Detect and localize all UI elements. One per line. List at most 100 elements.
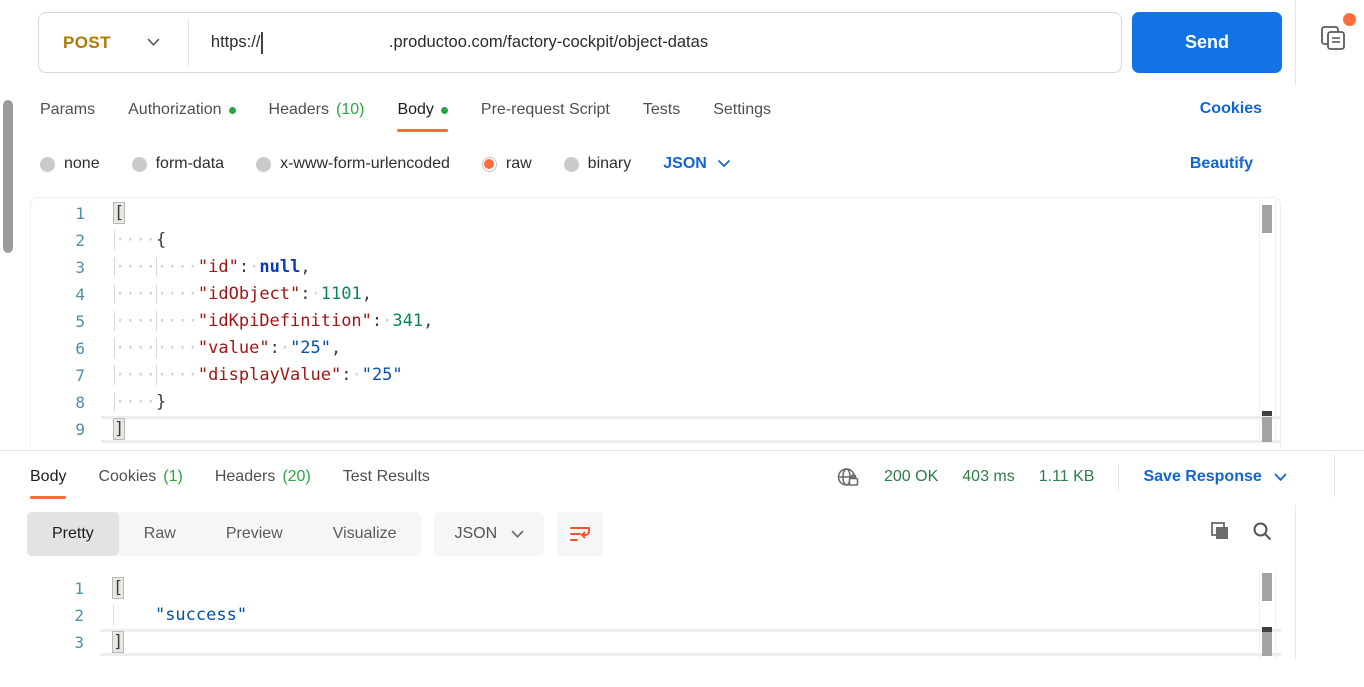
body-mode-form-data[interactable]: form-data xyxy=(132,155,224,173)
tab-pre-request-script[interactable]: Pre-request Script xyxy=(481,95,610,125)
url-rest: .productoo.com/factory-cockpit/object-da… xyxy=(389,33,708,52)
request-body-editor[interactable]: 1[2····{3········"id":·null,4········"id… xyxy=(30,197,1281,448)
body-mode-binary[interactable]: binary xyxy=(564,155,632,173)
response-size[interactable]: 1.11 KB xyxy=(1039,468,1095,486)
code-text: [ xyxy=(101,200,1280,227)
editor-scrollbar-thumb[interactable] xyxy=(1262,205,1272,233)
wrap-lines-button[interactable] xyxy=(557,512,603,556)
line-number: 9 xyxy=(31,416,101,443)
method-selector[interactable]: POST xyxy=(39,13,188,72)
divider xyxy=(1118,464,1119,490)
response-body-viewer[interactable]: 1[2 "success"3] xyxy=(30,575,1281,660)
code-line[interactable]: 9] xyxy=(31,416,1280,443)
response-headers-count: (20) xyxy=(282,468,310,486)
green-dot-icon xyxy=(441,107,448,114)
method-label: POST xyxy=(63,33,111,53)
view-raw[interactable]: Raw xyxy=(119,512,201,556)
tab-tests[interactable]: Tests xyxy=(643,95,680,125)
copy-icon xyxy=(1208,519,1232,543)
response-section-divider xyxy=(0,450,1364,451)
status-code[interactable]: 200 OK xyxy=(884,468,938,486)
tab-params[interactable]: Params xyxy=(40,95,95,125)
body-mode-raw[interactable]: raw xyxy=(482,155,532,173)
url-scheme: https:// xyxy=(211,33,261,52)
code-line[interactable]: 5········"idKpiDefinition":·341, xyxy=(31,308,1280,335)
body-language-select[interactable]: JSON xyxy=(663,155,730,173)
page-vertical-scrollbar[interactable] xyxy=(3,100,13,253)
code-line[interactable]: 3] xyxy=(30,629,1281,656)
response-language-select[interactable]: JSON xyxy=(434,512,544,556)
radio-selected-icon xyxy=(482,157,497,172)
response-meta: 200 OK 403 ms 1.11 KB Save Response xyxy=(836,459,1287,495)
tab-headers[interactable]: Headers(10) xyxy=(269,95,365,125)
headers-count: (10) xyxy=(336,101,364,119)
search-icon xyxy=(1250,519,1274,543)
view-visualize[interactable]: Visualize xyxy=(308,512,422,556)
line-number: 4 xyxy=(31,281,101,308)
body-mode-none[interactable]: none xyxy=(40,155,100,173)
chevron-down-icon xyxy=(511,530,524,539)
code-text: ····{ xyxy=(101,227,1280,254)
code-line[interactable]: 6········"value":·"25", xyxy=(31,335,1280,362)
body-mode-row: none form-data x-www-form-urlencoded raw… xyxy=(40,148,730,180)
code-text: ········"displayValue":·"25" xyxy=(101,362,1280,389)
code-snippet-icon[interactable] xyxy=(1318,20,1354,56)
header-divider xyxy=(1295,0,1296,85)
response-tab-cookies[interactable]: Cookies(1) xyxy=(98,462,182,492)
view-preview[interactable]: Preview xyxy=(201,512,308,556)
code-line[interactable]: 4········"idObject":·1101, xyxy=(31,281,1280,308)
send-button[interactable]: Send xyxy=(1132,12,1282,73)
line-number: 1 xyxy=(31,200,101,227)
editor-scrollbar-track[interactable] xyxy=(1259,199,1276,445)
code-line[interactable]: 2 "success" xyxy=(30,602,1281,629)
green-dot-icon xyxy=(229,107,236,114)
postman-app: POST https:// .productoo.com/factory-cock… xyxy=(0,0,1364,687)
beautify-link[interactable]: Beautify xyxy=(1190,155,1253,173)
cookies-count: (1) xyxy=(163,468,183,486)
editor-scrollbar-mark xyxy=(1262,417,1272,442)
response-time[interactable]: 403 ms xyxy=(962,468,1014,486)
tab-settings[interactable]: Settings xyxy=(713,95,771,125)
response-tab-body[interactable]: Body xyxy=(30,462,66,492)
code-line[interactable]: 2····{ xyxy=(31,227,1280,254)
editor-cursor-marker xyxy=(1262,411,1272,416)
code-text: ····} xyxy=(101,389,1280,416)
code-line[interactable]: 8····} xyxy=(31,389,1280,416)
response-tab-test-results[interactable]: Test Results xyxy=(343,462,430,492)
radio-icon xyxy=(132,157,147,172)
copy-button[interactable] xyxy=(1208,519,1232,543)
code-line[interactable]: 7········"displayValue":·"25" xyxy=(31,362,1280,389)
view-pretty[interactable]: Pretty xyxy=(27,512,119,556)
line-number: 2 xyxy=(31,227,101,254)
request-tabs: Params Authorization Headers(10) Body Pr… xyxy=(40,92,771,128)
response-tabs: Body Cookies(1) Headers(20) Test Results xyxy=(30,459,430,495)
code-line[interactable]: 3········"id":·null, xyxy=(31,254,1280,281)
text-cursor xyxy=(261,32,263,54)
code-text: ········"id":·null, xyxy=(101,254,1280,281)
response-scrollbar-thumb[interactable] xyxy=(1262,573,1272,601)
view-switcher: Pretty Raw Preview Visualize xyxy=(27,512,421,556)
line-number: 3 xyxy=(31,254,101,281)
response-tab-headers[interactable]: Headers(20) xyxy=(215,462,311,492)
line-number: 6 xyxy=(31,335,101,362)
notification-dot xyxy=(1343,13,1356,26)
line-number: 2 xyxy=(30,602,100,629)
tab-body[interactable]: Body xyxy=(397,95,447,125)
code-text: ········"idKpiDefinition":·341, xyxy=(101,308,1280,335)
body-mode-urlencoded[interactable]: x-www-form-urlencoded xyxy=(256,155,450,173)
chevron-down-icon xyxy=(147,38,160,47)
save-response-button[interactable]: Save Response xyxy=(1143,468,1286,486)
cookies-link[interactable]: Cookies xyxy=(1200,100,1262,118)
globe-lock-icon xyxy=(836,465,860,489)
code-text: ········"idObject":·1101, xyxy=(101,281,1280,308)
code-line[interactable]: 1[ xyxy=(31,200,1280,227)
code-line[interactable]: 1[ xyxy=(30,575,1281,602)
line-number: 1 xyxy=(30,575,100,602)
code-text: "success" xyxy=(100,602,1281,629)
tab-authorization[interactable]: Authorization xyxy=(128,95,235,125)
url-input[interactable]: https:// .productoo.com/factory-cockpit/o… xyxy=(189,13,1121,72)
text-wrap-icon xyxy=(568,523,592,545)
search-button[interactable] xyxy=(1250,519,1274,543)
url-bar: POST https:// .productoo.com/factory-cock… xyxy=(38,12,1122,73)
divider xyxy=(1334,455,1335,497)
